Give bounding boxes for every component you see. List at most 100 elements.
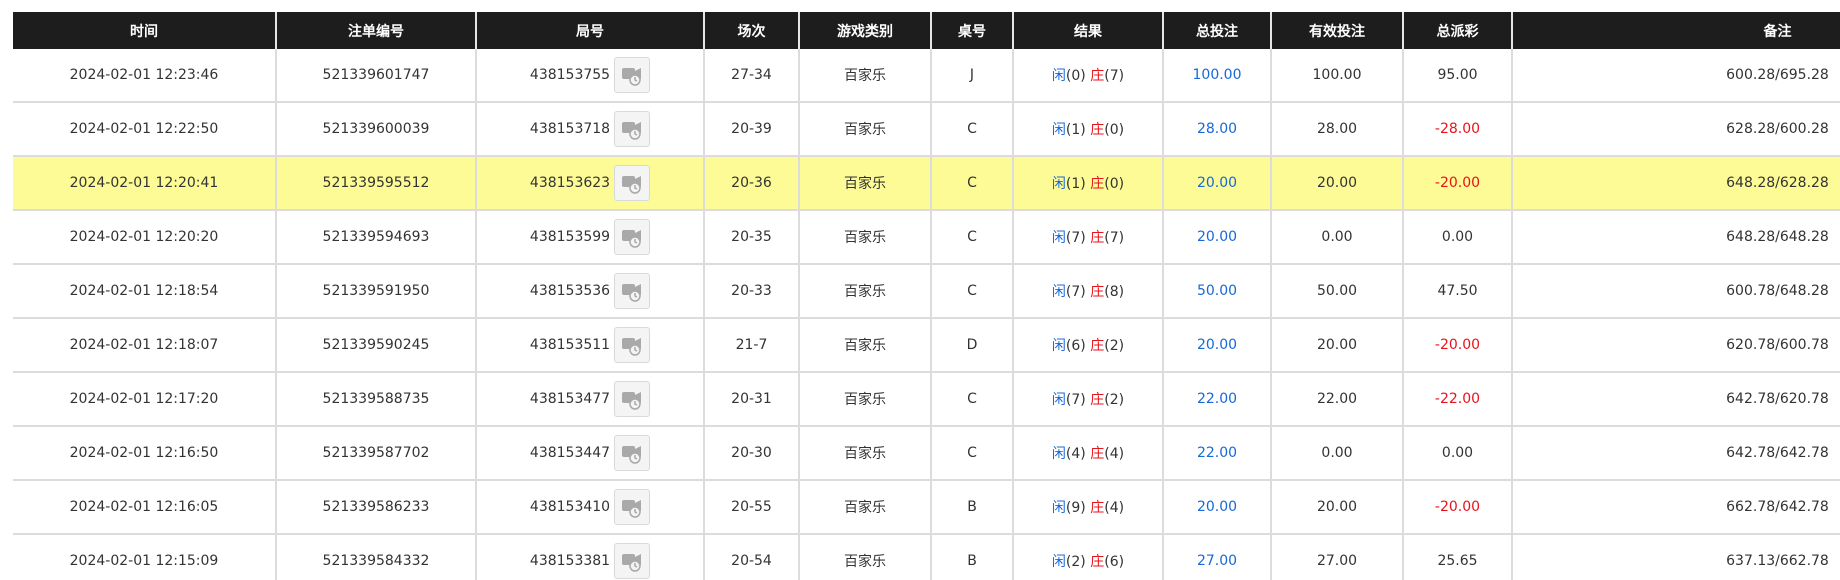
- column-header-bet-id: 注单编号: [276, 12, 477, 49]
- cell-result: 闲(7) 庄(2): [1013, 372, 1164, 427]
- cell-valid-bet: 27.00: [1271, 534, 1404, 580]
- cell-table: C: [931, 372, 1014, 427]
- round-id: 438153599: [529, 229, 611, 245]
- round-id: 438153477: [529, 391, 611, 407]
- video-replay-button[interactable]: [614, 219, 651, 255]
- video-replay-button[interactable]: [614, 489, 651, 525]
- valid-bet: 20.00: [1316, 175, 1358, 191]
- total-bet-link[interactable]: 100.00: [1193, 67, 1242, 83]
- column-header-result: 结果: [1013, 12, 1164, 49]
- total-bet-link[interactable]: 50.00: [1197, 283, 1237, 299]
- total-bet-link[interactable]: 20.00: [1197, 337, 1237, 353]
- bet-time: 2024-02-01 12:20:20: [69, 229, 219, 245]
- cell-remark: 662.78/642.78: [1512, 480, 1840, 535]
- cell-valid-bet: 28.00: [1271, 102, 1404, 157]
- cell-total-bet: 22.00: [1163, 426, 1272, 481]
- shoe-round: 20-39: [731, 121, 772, 137]
- total-bet-link[interactable]: 28.00: [1197, 121, 1237, 137]
- cell-round-id: 438153755: [476, 49, 705, 103]
- cell-valid-bet: 0.00: [1271, 426, 1404, 481]
- cell-total-bet: 22.00: [1163, 372, 1272, 427]
- table-code: J: [969, 67, 975, 83]
- cell-total-bet: 100.00: [1163, 49, 1272, 103]
- column-header-payout: 总派彩: [1403, 12, 1513, 49]
- total-bet-link[interactable]: 20.00: [1197, 175, 1237, 191]
- balance-remark: 628.28/600.28: [1726, 121, 1829, 137]
- video-replay-icon: [622, 230, 642, 248]
- video-replay-icon: [622, 284, 642, 302]
- result-player-score: 7: [1071, 230, 1081, 246]
- result-banker-label: 庄: [1090, 284, 1105, 300]
- total-bet-link[interactable]: 22.00: [1197, 391, 1237, 407]
- cell-total-bet: 50.00: [1163, 264, 1272, 319]
- cell-remark: 642.78/620.78: [1512, 372, 1840, 427]
- cell-valid-bet: 0.00: [1271, 210, 1404, 265]
- bet-id: 521339594693: [322, 229, 430, 245]
- cell-table: C: [931, 156, 1014, 211]
- video-replay-button[interactable]: [614, 57, 651, 93]
- game-type: 百家乐: [844, 338, 886, 354]
- shoe-round: 20-33: [731, 283, 772, 299]
- cell-valid-bet: 22.00: [1271, 372, 1404, 427]
- cell-remark: 600.78/648.28: [1512, 264, 1840, 319]
- cell-payout: -20.00: [1403, 480, 1513, 535]
- cell-remark: 628.28/600.28: [1512, 102, 1840, 157]
- payout: 0.00: [1441, 445, 1474, 461]
- cell-game-type: 百家乐: [799, 372, 932, 427]
- video-replay-button[interactable]: [614, 273, 651, 309]
- balance-remark: 648.28/648.28: [1726, 229, 1829, 245]
- total-bet-link[interactable]: 27.00: [1197, 553, 1237, 569]
- cell-round-id: 438153536: [476, 264, 705, 319]
- video-replay-button[interactable]: [614, 543, 651, 579]
- result-player-label: 闲: [1051, 68, 1066, 84]
- cell-result: 闲(1) 庄(0): [1013, 156, 1164, 211]
- cell-round-id: 438153477: [476, 372, 705, 427]
- valid-bet: 100.00: [1312, 67, 1362, 83]
- round-id: 438153511: [529, 337, 611, 353]
- balance-remark: 637.13/662.78: [1726, 553, 1829, 569]
- total-bet-link[interactable]: 20.00: [1197, 499, 1237, 515]
- bet-time: 2024-02-01 12:18:07: [69, 337, 219, 353]
- result-banker-score: 4: [1109, 446, 1119, 462]
- cell-bet-id: 521339601747: [276, 49, 477, 103]
- cell-payout: -22.00: [1403, 372, 1513, 427]
- total-bet-link[interactable]: 20.00: [1197, 229, 1237, 245]
- game-type: 百家乐: [844, 446, 886, 462]
- cell-total-bet: 20.00: [1163, 156, 1272, 211]
- result-banker-label: 庄: [1090, 392, 1105, 408]
- table-row: 2024-02-01 12:20:20 521339594693 4381535…: [13, 210, 1840, 265]
- cell-table: C: [931, 264, 1014, 319]
- video-replay-button[interactable]: [614, 435, 651, 471]
- table-header-row: 时间 注单编号 局号 场次 游戏类别 桌号 结果 总投注 有效投注 总派彩 备注: [13, 12, 1840, 49]
- result-banker-score: 7: [1109, 230, 1119, 246]
- cell-total-bet: 20.00: [1163, 210, 1272, 265]
- cell-shoe: 21-7: [704, 318, 800, 373]
- total-bet-link[interactable]: 22.00: [1197, 445, 1237, 461]
- video-replay-button[interactable]: [614, 381, 651, 417]
- round-id: 438153718: [529, 121, 611, 137]
- result-banker-label: 庄: [1090, 446, 1105, 462]
- bet-time: 2024-02-01 12:20:41: [69, 175, 219, 191]
- video-replay-button[interactable]: [614, 165, 651, 201]
- cell-bet-id: 521339588735: [276, 372, 477, 427]
- cell-time: 2024-02-01 12:23:46: [13, 49, 277, 103]
- table-code: D: [966, 337, 978, 353]
- valid-bet: 0.00: [1321, 229, 1353, 245]
- cell-result: 闲(7) 庄(8): [1013, 264, 1164, 319]
- result-player-label: 闲: [1051, 392, 1066, 408]
- bet-id: 521339588735: [322, 391, 430, 407]
- payout: 0.00: [1441, 229, 1474, 245]
- bet-id: 521339586233: [322, 499, 430, 515]
- cell-table: C: [931, 426, 1014, 481]
- bet-time: 2024-02-01 12:17:20: [69, 391, 219, 407]
- cell-game-type: 百家乐: [799, 426, 932, 481]
- video-replay-button[interactable]: [614, 111, 651, 147]
- result-banker-score: 6: [1109, 554, 1119, 570]
- cell-payout: 0.00: [1403, 426, 1513, 481]
- bet-time: 2024-02-01 12:16:50: [69, 445, 219, 461]
- cell-time: 2024-02-01 12:18:07: [13, 318, 277, 373]
- table-row: 2024-02-01 12:16:50 521339587702 4381534…: [13, 426, 1840, 481]
- result-player-score: 6: [1071, 338, 1081, 354]
- cell-game-type: 百家乐: [799, 264, 932, 319]
- video-replay-button[interactable]: [614, 327, 651, 363]
